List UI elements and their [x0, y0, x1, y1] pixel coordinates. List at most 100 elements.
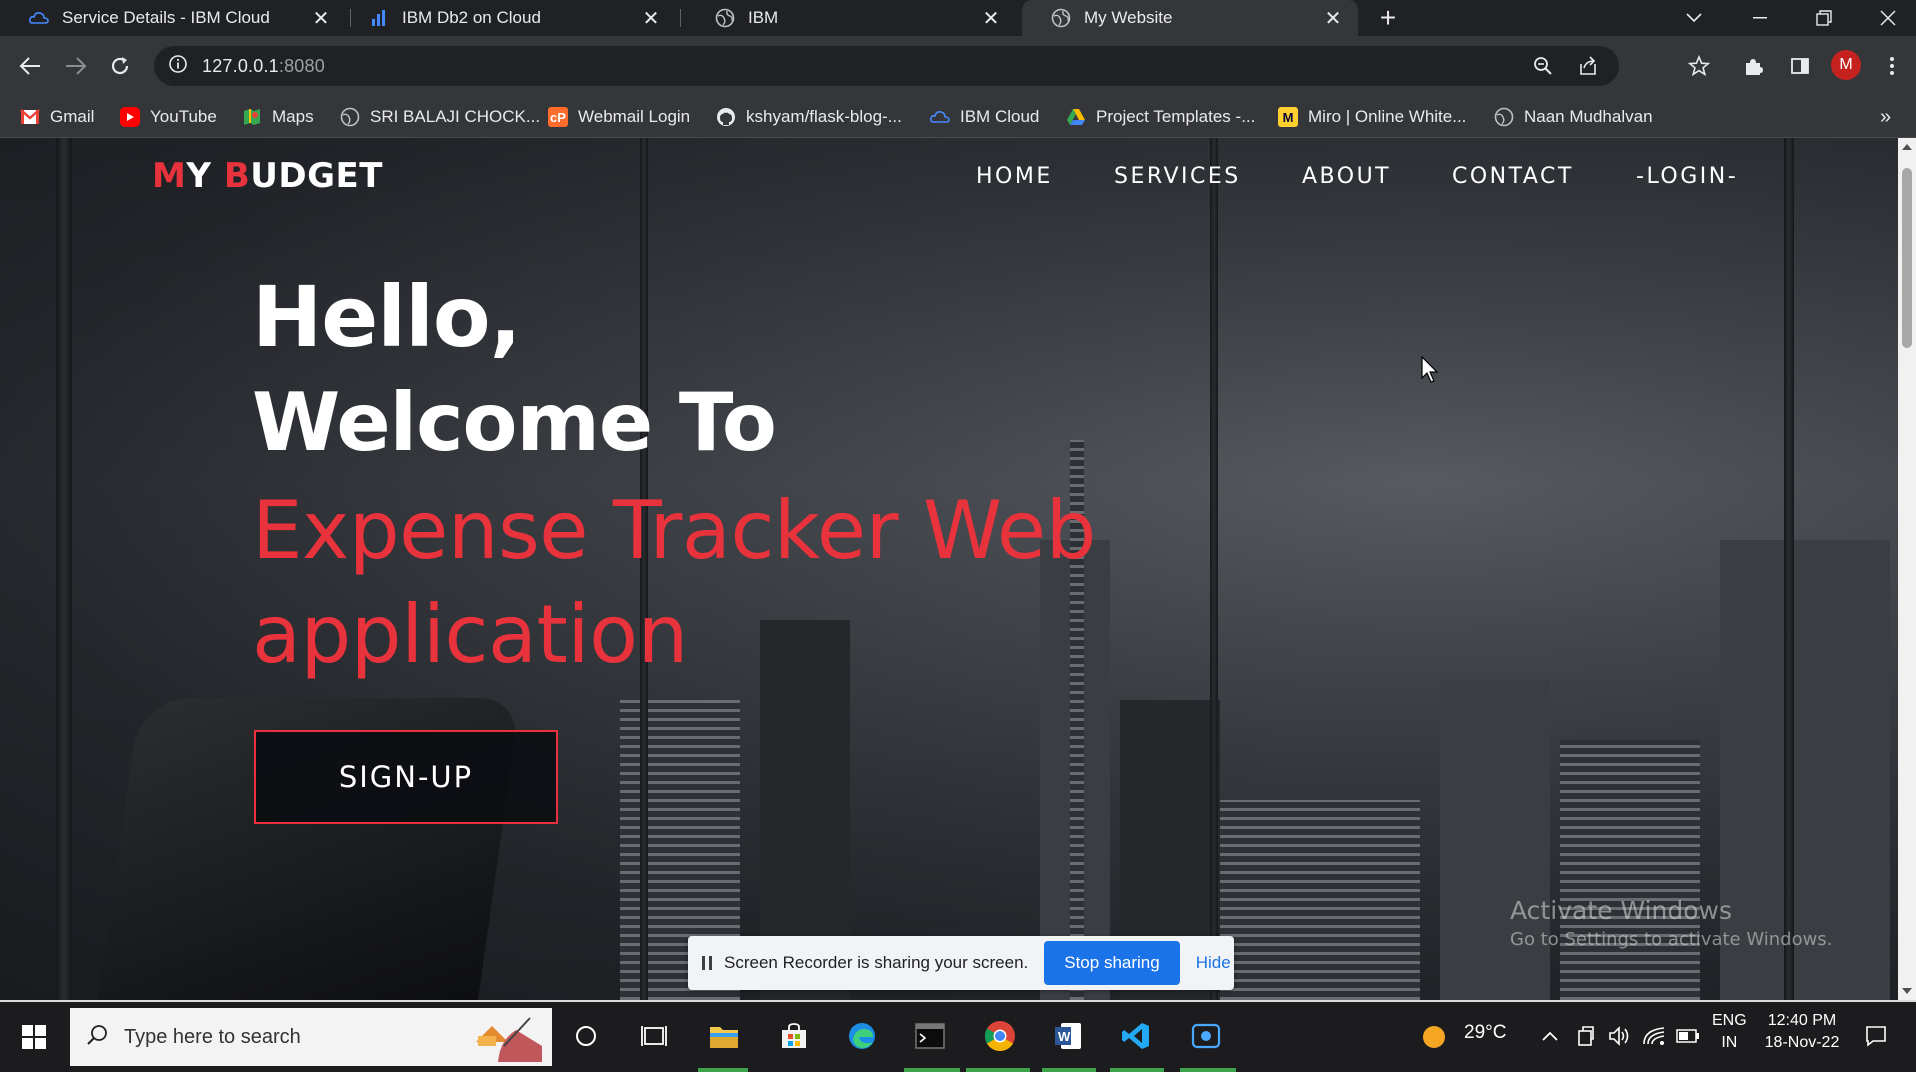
region-code: IN [1721, 1034, 1738, 1051]
scroll-up-icon[interactable] [1902, 144, 1912, 150]
stop-sharing-button[interactable]: Stop sharing [1044, 941, 1180, 985]
bookmark-maps[interactable]: Maps [242, 104, 314, 130]
nav-login[interactable]: -LOGIN- [1636, 164, 1738, 189]
profile-avatar[interactable]: M [1831, 50, 1861, 80]
search-placeholder: Type here to search [124, 1025, 301, 1048]
bookmark-github[interactable]: kshyam/flask-blog-... [716, 104, 902, 130]
background-building [1220, 800, 1420, 1000]
bookmark-label: Maps [272, 107, 314, 126]
notifications-icon[interactable] [1854, 1014, 1898, 1058]
forward-button[interactable] [60, 50, 92, 82]
share-icon[interactable] [1577, 55, 1599, 82]
close-icon[interactable]: ✕ [310, 7, 332, 30]
bookmark-label: Naan Mudhalvan [1524, 107, 1653, 126]
language-indicator[interactable]: ENG IN [1712, 1012, 1747, 1052]
address-bar[interactable]: 127.0.0.1:8080 [154, 46, 1619, 86]
search-icon [86, 1024, 108, 1051]
scroll-thumb[interactable] [1902, 168, 1912, 348]
activate-windows-watermark: Activate Windows Go to Settings to activ… [1510, 896, 1832, 950]
bookmarks-bar: Gmail YouTube Maps SRI BALAJI CHOCK... c… [0, 96, 1916, 138]
running-app-indicator [1110, 1068, 1164, 1072]
tab-separator [350, 9, 351, 27]
back-button[interactable] [14, 50, 46, 82]
nav-services[interactable]: SERVICES [1114, 164, 1241, 189]
share-message: Screen Recorder is sharing your screen. [724, 953, 1029, 972]
globe-icon [1494, 107, 1514, 127]
close-icon[interactable]: ✕ [640, 7, 662, 30]
volume-icon[interactable] [1602, 1014, 1638, 1058]
maps-icon [242, 107, 262, 127]
side-panel-icon[interactable] [1784, 50, 1816, 82]
bookmark-star-icon[interactable] [1683, 50, 1715, 82]
globe-icon [340, 107, 360, 127]
info-icon[interactable] [168, 54, 188, 79]
nav-home[interactable]: HOME [976, 164, 1053, 189]
tray-chevron-icon[interactable] [1532, 1014, 1568, 1058]
taskbar-search-box[interactable]: Type here to search [70, 1008, 552, 1066]
word-icon[interactable]: W [1046, 1014, 1090, 1058]
tab-my-website[interactable]: My Website ✕ [1022, 0, 1358, 36]
chrome-icon[interactable] [978, 1014, 1022, 1058]
bookmark-project-templates[interactable]: Project Templates -... [1066, 104, 1255, 130]
tab-search-chevron-icon[interactable] [1666, 0, 1722, 36]
db2-icon [368, 7, 390, 29]
windows-start-icon[interactable] [10, 1016, 58, 1058]
wifi-icon[interactable] [1636, 1014, 1672, 1058]
bookmark-webmail[interactable]: cP Webmail Login [548, 104, 690, 130]
extensions-icon[interactable] [1738, 50, 1770, 82]
tab-ibm[interactable]: IBM ✕ [686, 0, 1016, 36]
signup-button[interactable]: SIGN-UP [254, 730, 558, 824]
reload-button[interactable] [104, 50, 136, 82]
tab-title: IBM [748, 8, 779, 27]
edge-icon[interactable] [840, 1014, 884, 1058]
zoom-icon[interactable] [1533, 56, 1553, 81]
cortana-icon[interactable] [564, 1014, 608, 1058]
more-bookmarks-icon[interactable]: » [1880, 104, 1891, 130]
nav-about[interactable]: ABOUT [1302, 164, 1391, 189]
bookmark-miro[interactable]: M Miro | Online White... [1278, 104, 1466, 130]
bookmark-sri-balaji[interactable]: SRI BALAJI CHOCK... [340, 104, 540, 130]
task-view-icon[interactable] [632, 1014, 676, 1058]
url-port: :8080 [278, 55, 325, 76]
menu-icon[interactable] [1876, 50, 1908, 82]
scroll-down-icon[interactable] [1902, 988, 1912, 994]
close-icon[interactable]: ✕ [980, 7, 1002, 30]
globe-icon [1050, 7, 1072, 29]
restore-button[interactable] [1796, 0, 1852, 36]
nav-contact[interactable]: CONTACT [1452, 164, 1574, 189]
weather-temp[interactable]: 29°C [1464, 1022, 1506, 1044]
site-logo[interactable]: MY BUDGET [152, 156, 383, 196]
device-icon[interactable] [1568, 1014, 1604, 1058]
language-code: ENG [1712, 1012, 1747, 1029]
tab-service-details[interactable]: Service Details - IBM Cloud ✕ [0, 0, 346, 36]
bookmark-ibm-cloud[interactable]: IBM Cloud [930, 104, 1039, 130]
bookmark-gmail[interactable]: Gmail [20, 104, 94, 130]
bookmark-youtube[interactable]: YouTube [120, 104, 217, 130]
bookmark-label: kshyam/flask-blog-... [746, 107, 902, 126]
clock-date: 18-Nov-22 [1764, 1034, 1840, 1051]
vscode-icon[interactable] [1114, 1014, 1158, 1058]
page-viewport: MY BUDGET HOME SERVICES ABOUT CONTACT -L… [0, 138, 1898, 1000]
page-scrollbar[interactable] [1898, 138, 1916, 1000]
gmail-icon [20, 107, 40, 127]
hide-button[interactable]: Hide [1196, 953, 1231, 973]
close-icon[interactable]: ✕ [1322, 7, 1344, 30]
close-window-button[interactable] [1860, 0, 1916, 36]
new-tab-button[interactable]: + [1374, 4, 1402, 32]
weather-icon[interactable] [1416, 1014, 1452, 1058]
tab-db2[interactable]: IBM Db2 on Cloud ✕ [354, 0, 676, 36]
terminal-icon[interactable] [908, 1014, 952, 1058]
screen-recorder-icon[interactable] [1184, 1014, 1228, 1058]
battery-icon[interactable] [1670, 1014, 1706, 1058]
svg-text:W: W [1058, 1029, 1071, 1044]
store-icon[interactable] [772, 1014, 816, 1058]
bookmark-naan-mudhalvan[interactable]: Naan Mudhalvan [1494, 104, 1653, 130]
file-explorer-icon[interactable] [702, 1014, 746, 1058]
clock[interactable]: 12:40 PM 18-Nov-22 [1762, 1012, 1842, 1052]
ibm-cloud-icon [28, 7, 50, 29]
minimize-button[interactable] [1732, 0, 1788, 36]
drive-icon [1066, 107, 1086, 127]
tab-title: IBM Db2 on Cloud [402, 8, 541, 27]
mouse-cursor-icon [1421, 355, 1439, 389]
watermark-title: Activate Windows [1510, 896, 1732, 925]
